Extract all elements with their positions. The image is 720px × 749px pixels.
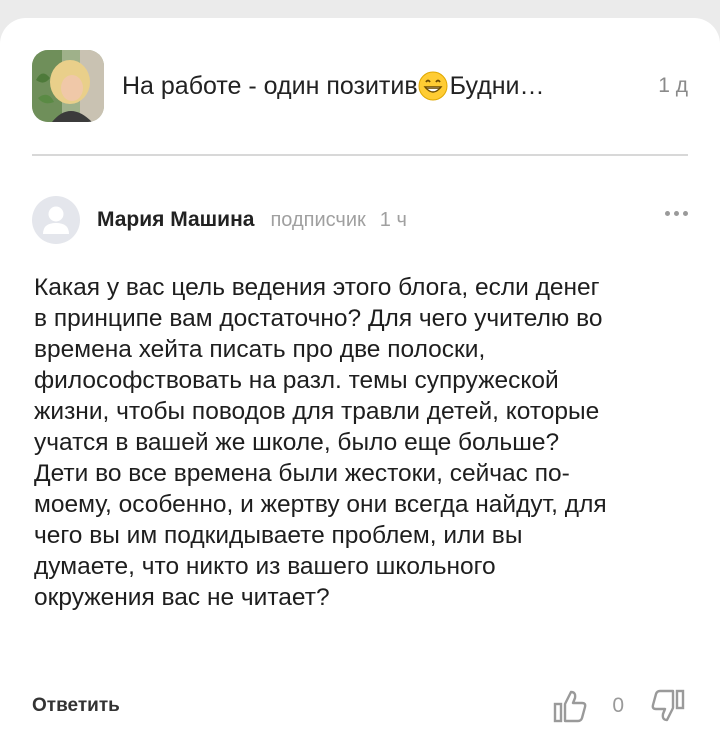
comment-card: На работе - один позитив Будни… 1 д Мари…	[0, 18, 720, 749]
thumb-up-icon	[554, 690, 587, 723]
user-avatar-icon	[43, 206, 69, 234]
more-horizontal-icon[interactable]	[652, 203, 688, 223]
comment-text: Какая у вас цель ведения этого блога, ес…	[34, 274, 607, 611]
comment-header: Мария Машина подписчик 1 ч	[32, 196, 688, 244]
divider	[32, 154, 688, 156]
post-title[interactable]: На работе - один позитив Будни…	[122, 71, 545, 101]
post-title-suffix: Будни…	[449, 71, 545, 100]
like-button[interactable]	[550, 686, 590, 726]
avatar[interactable]	[32, 196, 80, 244]
comment-time: 1 ч	[379, 208, 407, 231]
grinning-face-emoji-icon	[418, 71, 448, 101]
post-header[interactable]: На работе - один позитив Будни… 1 д	[32, 50, 688, 122]
post-thumbnail	[32, 50, 104, 122]
comment-author[interactable]: Мария Машина	[97, 208, 254, 232]
vote-controls: 0	[550, 686, 688, 726]
reply-button[interactable]: Ответить	[32, 695, 120, 717]
thumb-down-icon	[651, 689, 685, 722]
subscriber-badge: подписчик	[270, 208, 366, 231]
comment-footer: Ответить 0	[32, 682, 688, 730]
post-title-text: На работе - один позитив	[122, 71, 418, 100]
vote-score: 0	[612, 694, 624, 717]
post-time: 1 д	[658, 74, 688, 97]
dislike-button[interactable]	[648, 686, 688, 726]
